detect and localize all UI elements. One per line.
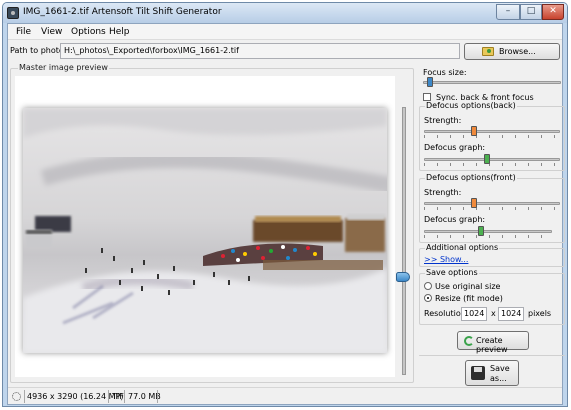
maximize-button[interactable]: □ [520,4,542,20]
sync-checkbox[interactable] [423,93,431,101]
status-separator [124,390,125,403]
status-separator [108,390,109,403]
create-preview-button[interactable]: Create preview [457,331,529,354]
back-strength-slider[interactable] [424,126,560,138]
open-folder-icon [482,47,494,56]
preview-area [15,76,395,377]
slider-ticks [424,163,560,166]
front-graph-label: Defocus graph: [424,215,486,224]
slider-ticks [424,135,560,138]
focus-size-label: Focus size: [423,68,467,77]
front-strength-label: Strength: [424,188,462,197]
window-title: IMG_1661-2.tif Artensoft Tilt Shift Gene… [23,7,222,17]
show-additional-link[interactable]: >> Show... [424,255,468,264]
resize-radio[interactable] [424,294,432,302]
back-strength-thumb[interactable] [471,126,477,136]
options-panel: Focus size: Sync. back & front focus Def… [419,68,565,406]
status-bar: 4936 x 3290 (16.24 MP) TIF 77.0 MB [8,387,562,404]
front-strength-slider[interactable] [424,198,560,210]
front-strength-thumb[interactable] [471,198,477,208]
browse-button[interactable]: Browse... [464,43,560,60]
create-preview-label: Create preview [476,336,508,354]
pixels-label: pixels [528,309,552,318]
defocus-back-group: Defocus options(back) Strength: Defocus … [419,101,565,171]
path-field[interactable]: H:\_photos\_Exported\forbox\IMG_1661-2.t… [60,43,460,59]
path-label: Path to photo: [10,46,67,55]
menu-bar: File View Options Help [8,24,562,40]
front-graph-slider[interactable] [424,226,552,238]
preview-image[interactable] [23,108,387,353]
times-label: x [491,309,496,318]
minimize-button[interactable]: – [496,4,520,20]
save-as-button[interactable]: Save as... [465,360,519,386]
menu-file[interactable]: File [16,27,31,37]
back-graph-slider[interactable] [424,154,560,166]
defocus-front-legend: Defocus options(front) [425,173,517,182]
slider-track [424,202,560,205]
slider-ticks [424,235,552,238]
browse-label: Browse... [499,47,536,56]
height-input[interactable]: 1024 [498,307,524,321]
slider-track [424,158,560,161]
use-original-radio[interactable] [424,282,432,290]
client-area: File View Options Help Path to photo: H:… [7,23,565,406]
defocus-front-group: Defocus options(front) Strength: Defocus… [419,173,565,243]
preview-focus-slider[interactable] [396,107,410,375]
status-separator [157,390,158,403]
slider-ticks [424,207,560,210]
app-icon[interactable] [7,7,19,19]
file-format: TIF [112,392,124,401]
front-graph-thumb[interactable] [478,226,484,236]
master-preview-group: Master image preview [10,63,414,383]
slider-track [424,230,552,233]
slider-track [423,81,561,84]
focus-size-thumb[interactable] [427,77,433,87]
path-row: Path to photo: H:\_photos\_Exported\forb… [8,41,562,61]
status-separator [24,390,25,403]
app-window: IMG_1661-2.tif Artensoft Tilt Shift Gene… [2,2,568,407]
back-graph-label: Defocus graph: [424,143,486,152]
menu-options[interactable]: Options [71,27,106,37]
title-bar[interactable]: IMG_1661-2.tif Artensoft Tilt Shift Gene… [3,3,567,23]
preview-legend: Master image preview [18,63,109,72]
menu-help[interactable]: Help [109,27,130,37]
menu-view[interactable]: View [41,27,62,37]
ski-slope-photo [23,108,387,353]
use-original-label: Use original size [435,282,501,291]
busy-indicator-icon [12,392,21,401]
save-options-group: Save options Use original size Resize (f… [419,268,565,325]
preview-slider-thumb[interactable] [396,272,410,282]
image-dimensions: 4936 x 3290 (16.24 MP) [27,392,124,401]
defocus-back-legend: Defocus options(back) [425,101,517,110]
close-button[interactable]: ✕ [542,4,564,20]
additional-options-group: Additional options >> Show... [419,243,565,267]
separator [419,355,565,356]
resolution-label: Resolution [424,309,466,318]
resize-label: Resize (fit mode) [435,294,503,303]
refresh-icon [464,336,474,346]
file-size: 77.0 MB [128,392,161,401]
save-options-legend: Save options [425,268,479,277]
focus-size-slider[interactable] [423,77,561,87]
back-graph-thumb[interactable] [484,154,490,164]
additional-legend: Additional options [425,243,500,252]
slider-track [424,130,560,133]
width-input[interactable]: 1024 [461,307,487,321]
floppy-disk-icon [471,366,485,380]
save-as-label: Save as... [490,364,510,383]
back-strength-label: Strength: [424,116,462,125]
preview-slider-track [402,107,406,375]
